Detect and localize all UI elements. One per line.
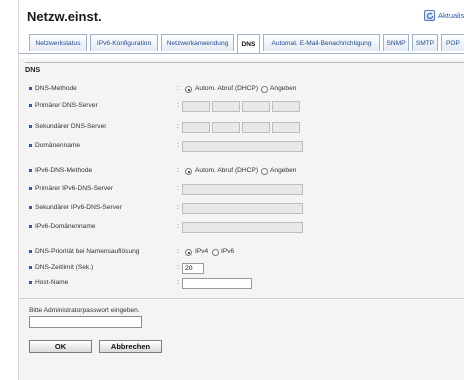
colon: : [177, 167, 179, 174]
domain-name-input[interactable] [182, 141, 303, 152]
colon: : [177, 185, 179, 192]
primary-dns-label: Primärer DNS-Server [29, 102, 98, 109]
refresh-button[interactable]: Aktualis [424, 10, 464, 21]
domain-name-label: Domänenname [29, 142, 80, 149]
primary-dns-octet-2[interactable] [212, 101, 240, 112]
bullet-icon [29, 187, 32, 190]
dns-timeout-input[interactable]: 20 [182, 263, 204, 274]
dns-priority-ipv6-radio[interactable] [212, 249, 219, 256]
colon: : [177, 123, 179, 130]
cancel-button[interactable]: Abbrechen [99, 340, 162, 353]
bullet-icon [29, 104, 32, 107]
row-host-name: Host-Name : [29, 278, 459, 290]
primary-ipv6-dns-label: Primärer IPv6-DNS-Server [29, 185, 113, 192]
refresh-icon [424, 10, 435, 21]
bullet-icon [29, 169, 32, 172]
refresh-label: Aktualis [438, 11, 464, 20]
primary-dns-octet-4[interactable] [272, 101, 300, 112]
row-secondary-ipv6-dns: Sekundärer IPv6-DNS-Server : [29, 203, 459, 215]
tab-pop[interactable]: POP [441, 34, 464, 51]
row-dns-timeout: DNS-Zeitlimit (Sek.) : 20 [29, 263, 459, 275]
secondary-dns-octet-3[interactable] [242, 122, 270, 133]
ipv6-domain-name-label: IPv6-Domänenname [29, 223, 95, 230]
secondary-dns-octet-4[interactable] [272, 122, 300, 133]
bullet-icon [29, 281, 32, 284]
dns-method-auto-radio[interactable] [185, 86, 192, 93]
bullet-icon [29, 87, 32, 90]
ok-button[interactable]: OK [29, 340, 92, 353]
page-title: Netzw.einst. [27, 9, 102, 24]
primary-dns-octet-1[interactable] [182, 101, 210, 112]
ipv6-dns-method-auto-radio[interactable] [185, 168, 192, 175]
bullet-icon [29, 144, 32, 147]
host-name-input[interactable] [182, 278, 252, 289]
secondary-dns-label: Sekundärer DNS-Server [29, 123, 106, 130]
section-title: DNS [25, 65, 41, 74]
colon: : [177, 102, 179, 109]
row-domain-name: Domänenname : [29, 141, 459, 153]
colon: : [177, 85, 179, 92]
dns-method-auto-label: Autom. Abruf (DHCP) [195, 85, 259, 92]
content-area: DNS DNS-Methode : Autom. Abruf (DHCP) An… [19, 58, 464, 380]
password-label: Bitte Administratorpasswort eingeben. [29, 307, 140, 314]
tab-network-status[interactable]: Netzwerkstatus [29, 34, 87, 51]
page-header: Netzw.einst. Aktualis Netzwerkstatus IPv… [19, 0, 464, 58]
row-primary-dns: Primärer DNS-Server : [29, 101, 459, 113]
ipv6-dns-method-manual-radio[interactable] [261, 168, 268, 175]
dns-timeout-label: DNS-Zeitlimit (Sek.) [29, 264, 93, 271]
row-dns-method: DNS-Methode : Autom. Abruf (DHCP) Angebe… [29, 84, 459, 96]
bullet-icon [29, 206, 32, 209]
tab-smtp[interactable]: SMTP [412, 34, 438, 51]
dns-priority-label: DNS-Priorität bei Namensauflösung [29, 248, 139, 255]
tab-network-application[interactable]: Netzwerkanwendung [161, 34, 234, 51]
dns-priority-ipv6-label: IPv6 [221, 248, 235, 255]
dns-priority-ipv4-radio[interactable] [185, 249, 192, 256]
dns-method-manual-radio[interactable] [261, 86, 268, 93]
bullet-icon [29, 250, 32, 253]
main-frame: Netzw.einst. Aktualis Netzwerkstatus IPv… [18, 0, 464, 380]
tab-ipv6-config[interactable]: IPv6-Konfiguration [90, 34, 158, 51]
tab-auto-email[interactable]: Automat. E-Mail-Benachrichtigung [263, 34, 380, 51]
ipv6-dns-method-auto-label: Autom. Abruf (DHCP) [195, 167, 259, 174]
row-dns-priority: DNS-Priorität bei Namensauflösung : IPv4… [29, 247, 459, 259]
secondary-dns-octet-1[interactable] [182, 122, 210, 133]
primary-dns-octet-3[interactable] [242, 101, 270, 112]
bullet-icon [29, 266, 32, 269]
ipv6-dns-method-manual-label: Angeben [270, 167, 297, 174]
bullet-icon [29, 225, 32, 228]
tab-snmp[interactable]: SNMP [383, 34, 409, 51]
bullet-icon [29, 125, 32, 128]
host-name-label: Host-Name [29, 279, 68, 286]
row-primary-ipv6-dns: Primärer IPv6-DNS-Server : [29, 184, 459, 196]
colon: : [177, 223, 179, 230]
tab-dns[interactable]: DNS [237, 34, 260, 53]
primary-ipv6-dns-input[interactable] [182, 184, 303, 195]
secondary-ipv6-dns-label: Sekundärer IPv6-DNS-Server [29, 204, 122, 211]
dns-priority-ipv4-label: IPv4 [195, 248, 209, 255]
admin-password-input[interactable] [29, 316, 142, 328]
dns-method-label: DNS-Methode [29, 85, 77, 92]
tab-bar: Netzwerkstatus IPv6-Konfiguration Netzwe… [19, 34, 464, 53]
colon: : [177, 248, 179, 255]
row-ipv6-domain-name: IPv6-Domänenname : [29, 222, 459, 234]
row-secondary-dns: Sekundärer DNS-Server : [29, 122, 459, 134]
colon: : [177, 264, 179, 271]
tab-divider [19, 53, 464, 54]
ipv6-dns-method-label: IPv6-DNS-Methode [29, 167, 92, 174]
secondary-ipv6-dns-input[interactable] [182, 203, 303, 214]
colon: : [177, 204, 179, 211]
section-divider [25, 62, 464, 63]
password-divider [19, 298, 464, 299]
row-ipv6-dns-method: IPv6-DNS-Methode : Autom. Abruf (DHCP) A… [29, 166, 459, 178]
colon: : [177, 142, 179, 149]
ipv6-domain-name-input[interactable] [182, 222, 303, 233]
dns-method-manual-label: Angeben [270, 85, 297, 92]
secondary-dns-octet-2[interactable] [212, 122, 240, 133]
colon: : [177, 279, 179, 286]
